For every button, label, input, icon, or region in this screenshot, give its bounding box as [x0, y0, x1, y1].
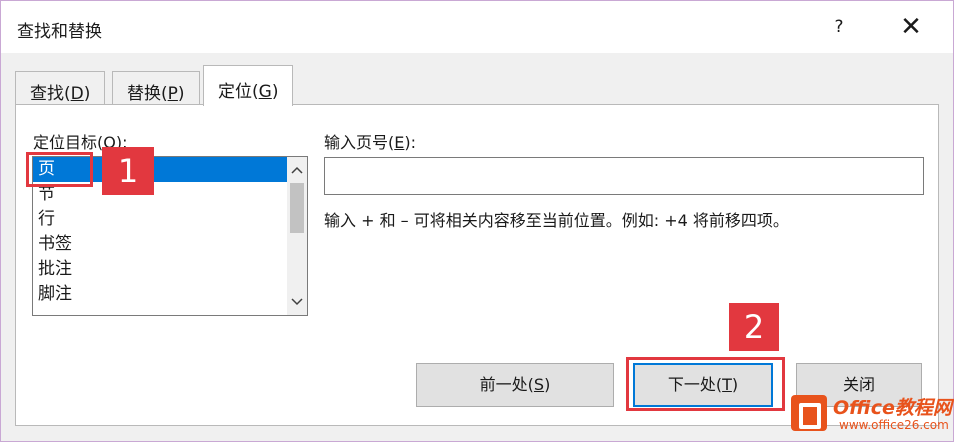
page-number-label: 输入页号(E):	[324, 133, 416, 152]
tab-replace[interactable]: 替换(P)	[112, 71, 200, 105]
find-replace-dialog: 查找和替换 ? ✕ 查找(D) 替换(P) 定位(G) 定位目标(O): 页 节…	[0, 0, 954, 442]
tab-goto[interactable]: 定位(G)	[203, 65, 294, 106]
target-list: 页 节 行 书签 批注 脚注	[33, 157, 287, 315]
list-scrollbar[interactable]	[287, 157, 307, 315]
watermark: Office教程网 www.office26.com	[791, 393, 954, 442]
watermark-url: www.office26.com	[839, 418, 949, 432]
close-icon[interactable]: ✕	[891, 11, 931, 43]
previous-button[interactable]: 前一处(S)	[416, 363, 614, 407]
list-item-footnote[interactable]: 脚注	[33, 282, 287, 307]
office-logo-icon	[791, 395, 827, 431]
list-item-section[interactable]: 节	[33, 182, 287, 207]
scroll-down-icon[interactable]	[287, 291, 307, 313]
next-button[interactable]: 下一处(T)	[633, 363, 773, 407]
list-item-page[interactable]: 页	[33, 157, 287, 182]
dialog-title: 查找和替换	[17, 22, 102, 42]
callout-badge-1: 1	[102, 147, 154, 195]
goto-hint-text: 输入 + 和 – 可将相关内容移至当前位置。例如: +4 将前移四项。	[324, 211, 789, 230]
title-bar: 查找和替换 ? ✕	[1, 1, 953, 53]
callout-badge-2: 2	[729, 303, 779, 351]
list-item-comment[interactable]: 批注	[33, 257, 287, 282]
scroll-thumb[interactable]	[290, 183, 304, 233]
page-number-input[interactable]	[324, 157, 924, 195]
watermark-title: Office教程网	[833, 397, 952, 419]
scroll-up-icon[interactable]	[287, 159, 307, 181]
goto-target-listbox[interactable]: 页 节 行 书签 批注 脚注	[32, 156, 308, 316]
tab-find[interactable]: 查找(D)	[15, 71, 106, 105]
help-button[interactable]: ?	[819, 11, 859, 43]
list-item-bookmark[interactable]: 书签	[33, 232, 287, 257]
list-item-line[interactable]: 行	[33, 207, 287, 232]
